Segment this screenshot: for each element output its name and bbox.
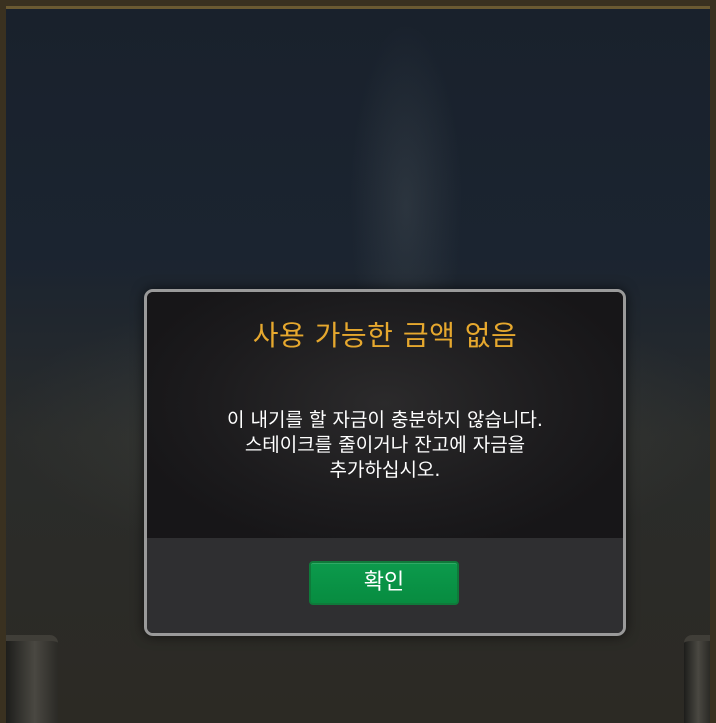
dialog-footer: 확인	[147, 538, 623, 633]
insufficient-funds-dialog: 사용 가능한 금액 없음 이 내기를 할 자금이 충분하지 않습니다. 스테이크…	[144, 289, 626, 636]
dialog-message-line: 이 내기를 할 자금이 충분하지 않습니다.	[227, 409, 543, 431]
confirm-button[interactable]: 확인	[309, 561, 459, 605]
game-background: 사용 가능한 금액 없음 이 내기를 할 자금이 충분하지 않습니다. 스테이크…	[0, 0, 716, 723]
dialog-title: 사용 가능한 금액 없음	[252, 319, 518, 352]
dialog-body: 사용 가능한 금액 없음 이 내기를 할 자금이 충분하지 않습니다. 스테이크…	[147, 292, 623, 542]
dialog-message-line: 스테이크를 줄이거나 잔고에 자금을	[244, 434, 526, 456]
right-pillar	[684, 635, 710, 723]
dialog-message: 이 내기를 할 자금이 충분하지 않습니다. 스테이크를 줄이거나 잔고에 자금…	[167, 408, 603, 483]
dialog-message-line: 추가하십시오.	[329, 459, 441, 481]
left-pillar	[6, 635, 58, 723]
